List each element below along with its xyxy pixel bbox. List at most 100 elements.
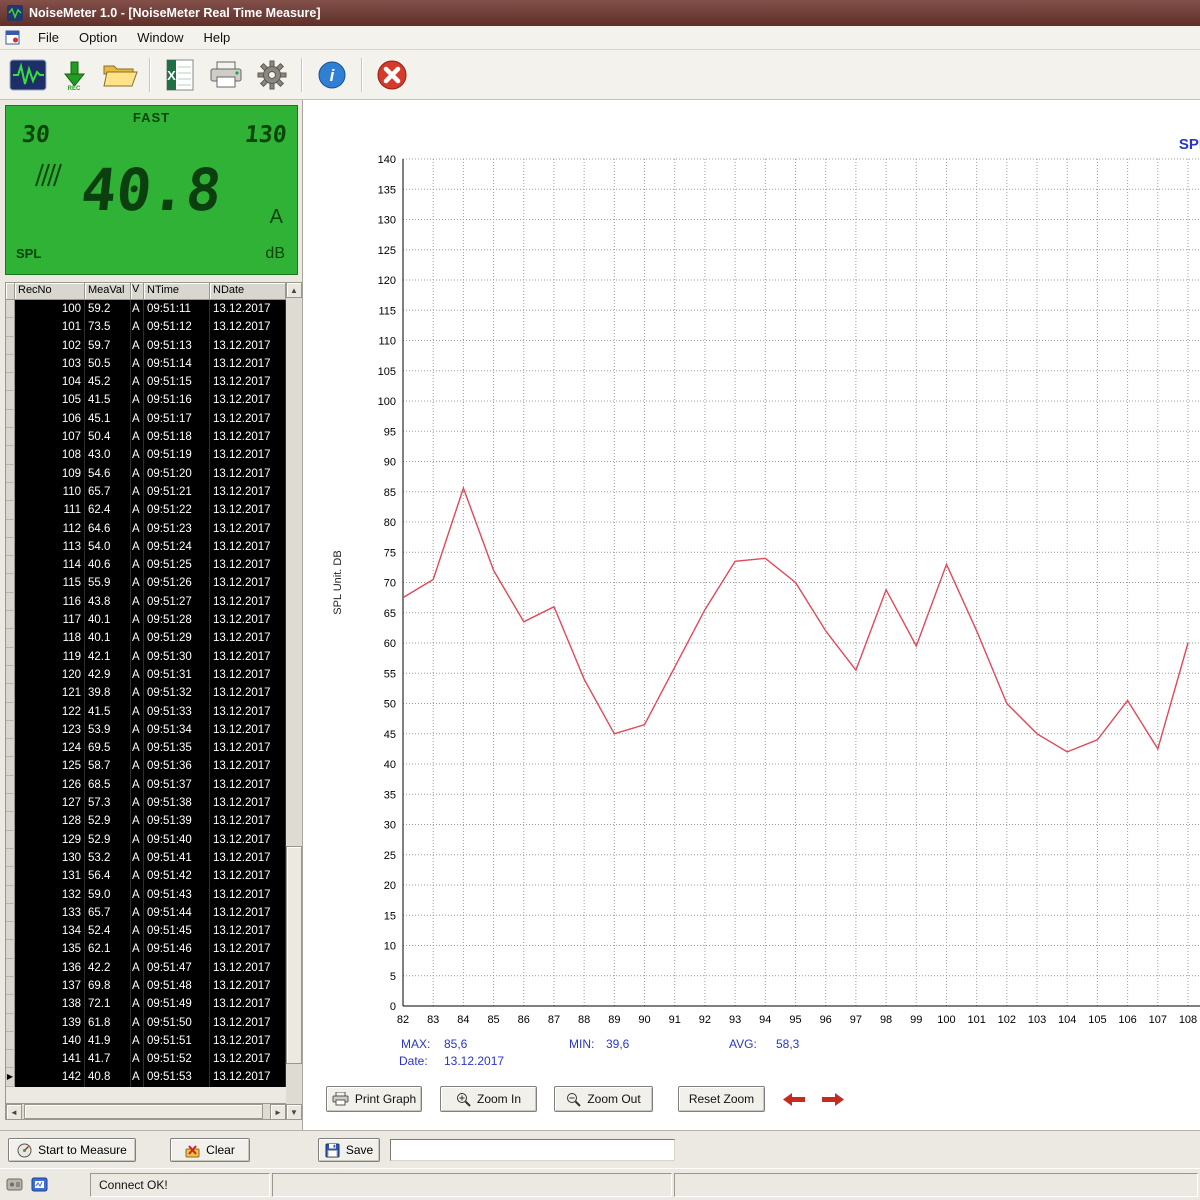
table-row[interactable]: 10954.6A09:51:2013.12.2017 [6,465,286,483]
table-row[interactable]: 12558.7A09:51:3613.12.2017 [6,757,286,775]
row-gutter [6,684,15,702]
scroll-down-button[interactable]: ▼ [286,1104,302,1120]
table-row[interactable]: 13452.4A09:51:4513.12.2017 [6,922,286,940]
row-gutter [6,556,15,574]
toolbar-separator [301,58,303,92]
cell-recno: 105 [15,391,85,409]
settings-button[interactable] [249,54,295,96]
svg-text:30: 30 [384,820,396,832]
scroll-up-button[interactable]: ▲ [286,282,302,298]
table-row[interactable]: 13961.8A09:51:5013.12.2017 [6,1014,286,1032]
table-row[interactable]: 12852.9A09:51:3913.12.2017 [6,812,286,830]
info-button[interactable]: i [309,54,355,96]
table-row[interactable]: 12353.9A09:51:3413.12.2017 [6,721,286,739]
table-row[interactable]: 12469.5A09:51:3513.12.2017 [6,739,286,757]
table-row[interactable]: 10750.4A09:51:1813.12.2017 [6,428,286,446]
table-row[interactable]: 11942.1A09:51:3013.12.2017 [6,648,286,666]
cell-v: A [131,1014,144,1032]
table-row[interactable]: 12042.9A09:51:3113.12.2017 [6,666,286,684]
save-button[interactable]: Save [318,1138,380,1162]
table-row[interactable]: 11555.9A09:51:2613.12.2017 [6,574,286,592]
vscroll-track[interactable] [286,298,302,1104]
start-to-measure-button[interactable]: Start to Measure [8,1138,136,1162]
table-row[interactable]: 12139.8A09:51:3213.12.2017 [6,684,286,702]
cell-ntime: 09:51:42 [144,867,210,885]
table-row[interactable]: 11162.4A09:51:2213.12.2017 [6,501,286,519]
column-header-ntime[interactable]: NTime [144,283,210,300]
filename-input[interactable] [390,1139,675,1161]
column-header-v[interactable]: V [131,283,144,300]
table-row[interactable]: 13642.2A09:51:4713.12.2017 [6,959,286,977]
table-row[interactable]: 11840.1A09:51:2913.12.2017 [6,629,286,647]
table-row[interactable]: 11740.1A09:51:2813.12.2017 [6,611,286,629]
stop-button[interactable] [369,54,415,96]
row-gutter [6,757,15,775]
print-button[interactable] [203,54,249,96]
table-row[interactable]: 11264.6A09:51:2313.12.2017 [6,520,286,538]
table-row[interactable]: 14041.9A09:51:5113.12.2017 [6,1032,286,1050]
cell-meaval: 43.0 [85,446,131,464]
row-gutter [6,1050,15,1068]
excel-export-button[interactable]: X [157,54,203,96]
table-horizontal-scrollbar[interactable]: ◄ ► [6,1103,286,1119]
table-vertical-scrollbar[interactable]: ▲ ▼ [286,282,302,1120]
svg-text:120: 120 [378,275,396,287]
cell-recno: 142 [15,1068,85,1086]
menu-option[interactable]: Option [69,27,127,48]
scroll-chart-left-button[interactable] [780,1089,808,1109]
status-message-panel: Connect OK! [90,1173,270,1197]
cell-v: A [131,849,144,867]
svg-text:106: 106 [1118,1014,1136,1026]
hscroll-thumb[interactable] [24,1104,262,1119]
table-row[interactable]: 10350.5A09:51:1413.12.2017 [6,355,286,373]
table-row[interactable]: 12757.3A09:51:3813.12.2017 [6,794,286,812]
menu-file[interactable]: File [28,27,69,48]
menu-help[interactable]: Help [194,27,241,48]
table-row[interactable]: 11354.0A09:51:2413.12.2017 [6,538,286,556]
table-row[interactable]: 10445.2A09:51:1513.12.2017 [6,373,286,391]
vscroll-thumb[interactable] [286,846,302,1064]
record-button[interactable]: REC [51,54,97,96]
table-row[interactable]: 13053.2A09:51:4113.12.2017 [6,849,286,867]
cell-ntime: 09:51:18 [144,428,210,446]
table-row[interactable]: 10645.1A09:51:1713.12.2017 [6,410,286,428]
reset-zoom-button[interactable]: Reset Zoom [678,1086,765,1112]
table-row[interactable]: 13562.1A09:51:4613.12.2017 [6,940,286,958]
table-row[interactable]: 13365.7A09:51:4413.12.2017 [6,904,286,922]
table-row[interactable]: 14141.7A09:51:5213.12.2017 [6,1050,286,1068]
table-row[interactable]: 11440.6A09:51:2513.12.2017 [6,556,286,574]
table-row[interactable]: 10259.7A09:51:1313.12.2017 [6,337,286,355]
measure-display-button[interactable] [5,54,51,96]
table-row[interactable]: 12952.9A09:51:4013.12.2017 [6,831,286,849]
table-row[interactable]: 13872.1A09:51:4913.12.2017 [6,995,286,1013]
table-row[interactable]: 10843.0A09:51:1913.12.2017 [6,446,286,464]
column-header-ndate[interactable]: NDate [210,283,286,300]
column-header-recno[interactable]: RecNo [15,283,85,300]
lcd-unit: dB [265,245,285,263]
table-row[interactable]: 11643.8A09:51:2713.12.2017 [6,593,286,611]
stat-min-value: 39,6 [606,1037,629,1051]
clear-button[interactable]: Clear [170,1138,250,1162]
scroll-chart-right-button[interactable] [819,1089,847,1109]
table-row[interactable]: 10541.5A09:51:1613.12.2017 [6,391,286,409]
hscroll-track[interactable] [22,1104,270,1119]
table-row[interactable]: ▶14240.8A09:51:5313.12.2017 [6,1068,286,1086]
table-row[interactable]: 10059.2A09:51:1113.12.2017 [6,300,286,318]
cell-ntime: 09:51:43 [144,886,210,904]
table-row[interactable]: 11065.7A09:51:2113.12.2017 [6,483,286,501]
open-folder-button[interactable] [97,54,143,96]
menu-window[interactable]: Window [127,27,193,48]
table-row[interactable]: 12668.5A09:51:3713.12.2017 [6,776,286,794]
print-graph-button[interactable]: Print Graph [326,1086,422,1112]
table-row[interactable]: 13769.8A09:51:4813.12.2017 [6,977,286,995]
table-row[interactable]: 10173.5A09:51:1213.12.2017 [6,318,286,336]
zoom-in-button[interactable]: Zoom In [440,1086,537,1112]
zoom-out-button[interactable]: Zoom Out [554,1086,653,1112]
scroll-right-button[interactable]: ► [270,1104,286,1120]
table-row[interactable]: 13156.4A09:51:4213.12.2017 [6,867,286,885]
table-row[interactable]: 13259.0A09:51:4313.12.2017 [6,886,286,904]
red-left-arrow-icon [782,1092,806,1107]
table-row[interactable]: 12241.5A09:51:3313.12.2017 [6,703,286,721]
scroll-left-button[interactable]: ◄ [6,1104,22,1120]
column-header-meaval[interactable]: MeaVal [85,283,131,300]
